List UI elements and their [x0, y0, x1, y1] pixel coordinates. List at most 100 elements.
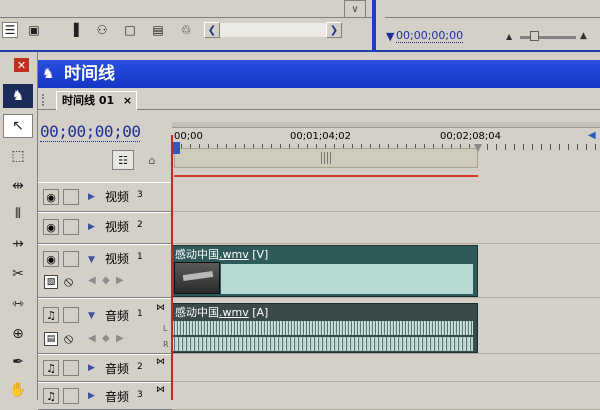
audio-link-icon[interactable]: ⋈ [156, 303, 165, 313]
speaker-icon[interactable]: ♫ [43, 307, 59, 323]
current-time-indicator[interactable] [171, 135, 173, 400]
icon-view-icon[interactable]: ▣ [26, 22, 42, 38]
new-bin-icon[interactable]: □ [122, 22, 138, 38]
track-number: 2 [137, 362, 143, 372]
audio-link-icon[interactable]: ⋈ [156, 385, 165, 395]
selection-arrow-icon[interactable]: ↖ [3, 114, 33, 138]
track-name: 音频 [105, 390, 130, 404]
set-marker-icon[interactable]: ⌂ [144, 150, 160, 170]
ruler-end-marker-icon: ◀ [588, 130, 596, 141]
tab-timeline-01[interactable]: 时间线 01 × [56, 91, 138, 110]
waveform-left [173, 321, 473, 335]
track-area-video-3[interactable] [172, 182, 600, 212]
automate-icon[interactable]: ▐ [66, 22, 82, 38]
track-name: 视频 [105, 252, 130, 266]
track-lock-toggle[interactable] [63, 219, 79, 235]
tab-close-icon[interactable]: × [123, 92, 132, 110]
clip-ext: .wmv [219, 248, 249, 261]
thumbnail-figure [182, 270, 214, 282]
add-keyframe-icon[interactable]: ◆ [102, 275, 110, 286]
snap-icon[interactable]: ☷ [112, 150, 134, 170]
speaker-icon[interactable]: ♫ [43, 388, 59, 404]
clip-name: 感动中国 [175, 248, 219, 261]
speaker-icon[interactable]: ♫ [43, 360, 59, 376]
track-lock-toggle[interactable] [63, 388, 79, 404]
prev-keyframe-icon[interactable]: ◀ [88, 275, 96, 286]
track-lock-toggle[interactable] [63, 251, 79, 267]
eye-icon[interactable]: ◉ [43, 189, 59, 205]
work-area-bar[interactable] [174, 148, 478, 168]
slide-icon[interactable]: ⊕ [3, 322, 33, 346]
scroll-right-button[interactable]: ❯ [326, 22, 342, 38]
razor-icon[interactable]: ✂ [3, 262, 33, 286]
timecode-down-arrow-icon: ▼ [386, 30, 395, 43]
track-number: 1 [137, 252, 143, 262]
display-style-icon[interactable]: ▧ [44, 275, 58, 289]
zoom-slider-track[interactable] [520, 36, 576, 39]
zoom-slider-thumb[interactable] [530, 31, 539, 41]
collapse-triangle-icon[interactable]: ▼ [88, 255, 95, 265]
work-area-end-marker[interactable] [474, 144, 482, 154]
track-lock-toggle[interactable] [63, 360, 79, 376]
expand-triangle-icon[interactable]: ▶ [88, 363, 95, 373]
video-clip[interactable]: 感动中国.wmv [V] [172, 245, 478, 297]
bin-dropdown-arrow-icon[interactable]: ∨ [344, 0, 366, 18]
trash-icon[interactable]: ♲ [178, 22, 194, 38]
rolling-edit-icon[interactable]: ⦀ [3, 202, 33, 226]
audio-clip[interactable]: 感动中国.wmv [A] L R [163, 303, 478, 353]
clip-ext: .wmv [219, 306, 249, 319]
ruler-label-0: 00;00 [174, 131, 203, 142]
bin-scrollbar-track[interactable] [220, 23, 326, 37]
track-area-audio-3[interactable] [172, 382, 600, 410]
current-timecode[interactable]: 00;00;00;00 [40, 122, 141, 142]
next-keyframe-icon[interactable]: ▶ [116, 275, 124, 286]
close-icon[interactable]: ✕ [14, 58, 29, 72]
next-keyframe-icon[interactable]: ▶ [116, 333, 124, 344]
track-header-audio-2: ♫ ▶ 音频 2 ⋈ [38, 354, 172, 382]
expand-triangle-icon[interactable]: ▶ [88, 192, 95, 202]
pen-icon[interactable]: ✒ [3, 350, 33, 374]
viewing-area-bar[interactable] [172, 122, 600, 128]
clip-body [221, 264, 473, 294]
eye-icon[interactable]: ◉ [43, 251, 59, 267]
rate-stretch-icon[interactable]: ⇸ [3, 232, 33, 256]
track-area-video-2[interactable] [172, 212, 600, 244]
slip-icon[interactable]: ⇿ [3, 292, 33, 316]
expand-triangle-icon[interactable]: ▶ [88, 222, 95, 232]
timeline-title: 时间线 [64, 64, 115, 84]
bin-panel-top [0, 0, 372, 18]
keyframe-toggle-icon[interactable]: ⦸ [64, 274, 73, 290]
playhead-marker[interactable] [172, 142, 180, 154]
find-icon[interactable]: ⚇ [94, 22, 110, 38]
keyframe-toggle-icon[interactable]: ⦸ [64, 331, 73, 347]
eye-icon[interactable]: ◉ [43, 219, 59, 235]
track-area-audio-2[interactable] [172, 354, 600, 382]
time-ruler[interactable]: 00;00 00;01;04;02 00;02;08;04 ◀ [172, 122, 600, 182]
channel-l-label: L [163, 324, 168, 333]
track-lock-toggle[interactable] [63, 189, 79, 205]
zoom-in-icon[interactable]: ▲ [580, 31, 587, 41]
render-status-line [174, 175, 478, 177]
add-keyframe-icon[interactable]: ◆ [102, 333, 110, 344]
hand-icon[interactable]: ✋ [3, 378, 33, 402]
ruler-label-2: 00;02;08;04 [440, 131, 502, 142]
waveform-display-icon[interactable]: ▤ [44, 332, 58, 346]
list-view-icon[interactable]: ☰ [2, 22, 18, 38]
panel-grip-icon[interactable] [42, 94, 50, 106]
ripple-edit-icon[interactable]: ⇹ [3, 174, 33, 198]
track-lock-toggle[interactable] [63, 307, 79, 323]
timeline-tab-row: 时间线 01 × [38, 88, 600, 110]
work-area-grip[interactable] [321, 152, 331, 164]
scroll-left-button[interactable]: ❮ [204, 22, 220, 38]
zoom-out-icon[interactable]: ▲ [506, 32, 512, 41]
marquee-icon[interactable]: ⬚ [3, 144, 33, 168]
collapse-triangle-icon[interactable]: ▼ [88, 311, 95, 321]
new-item-icon[interactable]: ▤ [150, 22, 166, 38]
razor-track-icon[interactable]: ♞ [3, 84, 33, 108]
track-name: 音频 [105, 309, 130, 323]
track-number: 2 [137, 220, 143, 230]
top-panel-strip: ∨ ☰ ▣ ▐ ⚇ □ ▤ ♲ ❮ ❯ ▼ 00;00;00;00 ▲ ▲ [0, 0, 600, 50]
audio-link-icon[interactable]: ⋈ [156, 357, 165, 367]
prev-keyframe-icon[interactable]: ◀ [88, 333, 96, 344]
secondary-timecode[interactable]: 00;00;00;00 [396, 29, 464, 43]
